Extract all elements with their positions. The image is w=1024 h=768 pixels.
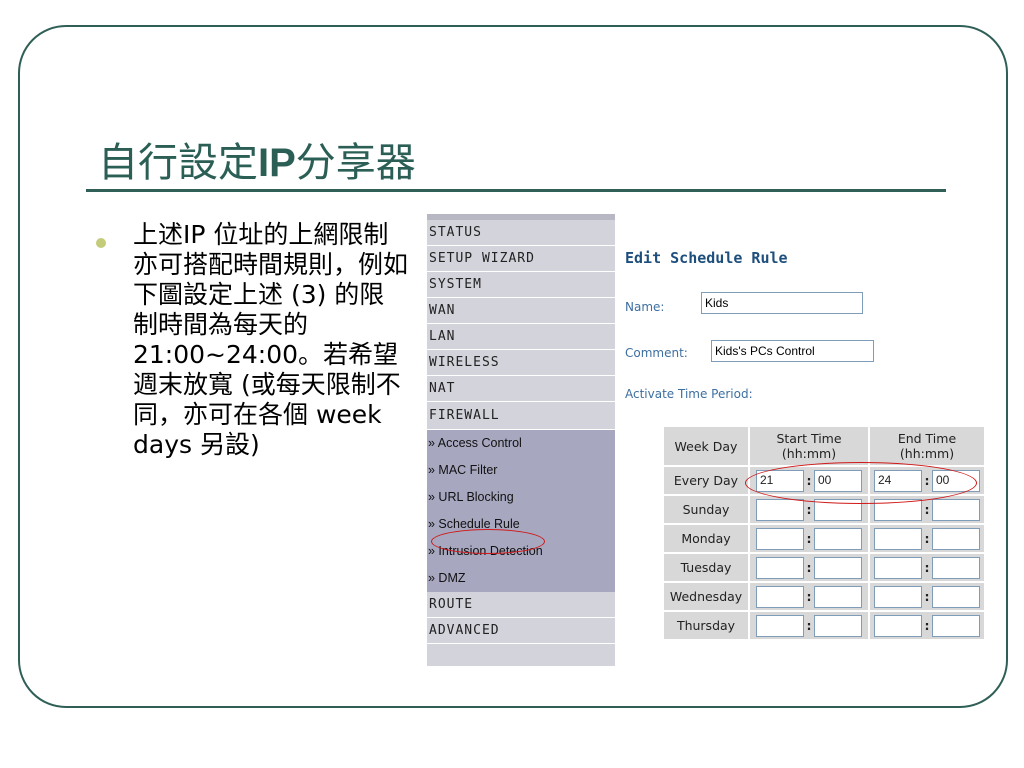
day-label: Every Day [662,465,750,496]
nav-item-firewall[interactable]: FIREWALL [427,402,615,430]
start-minute-input[interactable] [814,556,862,579]
start-minute-input[interactable] [814,527,862,550]
start-time-cell: : [748,552,870,583]
end-minute-input[interactable] [932,498,980,521]
end-hour-input[interactable] [874,527,922,550]
header-start-time: Start Time (hh:mm) [748,425,870,467]
nav-item-nat[interactable]: NAT [427,376,615,402]
nav-item-lan[interactable]: LAN [427,324,615,350]
comment-input[interactable]: Kids's PCs Control [711,340,874,362]
router-nav: STATUS SETUP WIZARD SYSTEM WAN LAN WIREL… [427,214,615,666]
end-hour-input[interactable] [874,614,922,637]
header-week-day: Week Day [662,425,750,467]
time-colon: : [924,502,930,517]
end-hour-input[interactable] [874,556,922,579]
time-colon: : [806,531,812,546]
nav-item-wan[interactable]: WAN [427,298,615,324]
table-row: Thursday : : [662,610,986,641]
activate-period-label: Activate Time Period: [625,387,753,401]
slide-title: 自行設定IP分享器 [98,130,416,188]
name-input[interactable]: Kids [701,292,863,314]
nav-item-setup-wizard[interactable]: SETUP WIZARD [427,246,615,272]
nav-item-status[interactable]: STATUS [427,220,615,246]
title-suffix: 分享器 [295,140,416,186]
nav-item-route[interactable]: ROUTE [427,592,615,618]
nav-item-wireless[interactable]: WIRELESS [427,350,615,376]
every-day-time-highlight [745,462,977,504]
nav-sub-access-control[interactable]: » Access Control [427,430,615,457]
title-divider [86,189,946,192]
form-heading: Edit Schedule Rule [625,249,788,267]
end-time-cell: : [868,552,986,583]
day-label: Sunday [662,494,750,525]
bullet-icon [96,238,106,248]
schedule-header-row: Week Day Start Time (hh:mm) End Time (hh… [662,425,986,467]
start-minute-input[interactable] [814,585,862,608]
day-label: Thursday [662,610,750,641]
header-end-time: End Time (hh:mm) [868,425,986,467]
day-label: Wednesday [662,581,750,612]
start-time-cell: : [748,523,870,554]
table-row: Wednesday : : [662,581,986,612]
nav-item-system[interactable]: SYSTEM [427,272,615,298]
end-minute-input[interactable] [932,614,980,637]
schedule-table: Week Day Start Time (hh:mm) End Time (hh… [662,425,986,641]
table-row: Monday : : [662,523,986,554]
table-row: Tuesday : : [662,552,986,583]
time-colon: : [806,589,812,604]
day-label: Monday [662,523,750,554]
end-time-cell: : [868,581,986,612]
end-minute-input[interactable] [932,556,980,579]
time-colon: : [924,531,930,546]
title-bold: IP [258,141,296,185]
nav-top-list: STATUS SETUP WIZARD SYSTEM WAN LAN WIREL… [427,220,615,430]
firewall-submenu: » Access Control » MAC Filter » URL Bloc… [427,430,615,592]
title-prefix: 自行設定 [98,140,258,186]
end-minute-input[interactable] [932,527,980,550]
start-hour-input[interactable] [756,498,804,521]
start-hour-input[interactable] [756,527,804,550]
nav-sub-mac-filter[interactable]: » MAC Filter [427,457,615,484]
time-colon: : [924,618,930,633]
time-colon: : [924,589,930,604]
time-colon: : [806,618,812,633]
start-time-cell: : [748,610,870,641]
schedule-rule-highlight [431,529,545,554]
start-minute-input[interactable] [814,614,862,637]
bullet-text: 上述IP 位址的上網限制亦可搭配時間規則，例如下圖設定上述 (3) 的限制時間為… [133,220,409,459]
end-minute-input[interactable] [932,585,980,608]
end-time-cell: : [868,610,986,641]
comment-label: Comment: [625,346,688,360]
time-colon: : [924,560,930,575]
time-colon: : [806,502,812,517]
start-hour-input[interactable] [756,614,804,637]
name-label: Name: [625,300,665,314]
time-colon: : [806,560,812,575]
day-label: Tuesday [662,552,750,583]
nav-sub-url-blocking[interactable]: » URL Blocking [427,484,615,511]
end-time-cell: : [868,523,986,554]
end-hour-input[interactable] [874,585,922,608]
start-hour-input[interactable] [756,585,804,608]
nav-item-advanced[interactable]: ADVANCED [427,618,615,644]
start-time-cell: : [748,581,870,612]
start-hour-input[interactable] [756,556,804,579]
nav-sub-dmz[interactable]: » DMZ [427,565,615,592]
